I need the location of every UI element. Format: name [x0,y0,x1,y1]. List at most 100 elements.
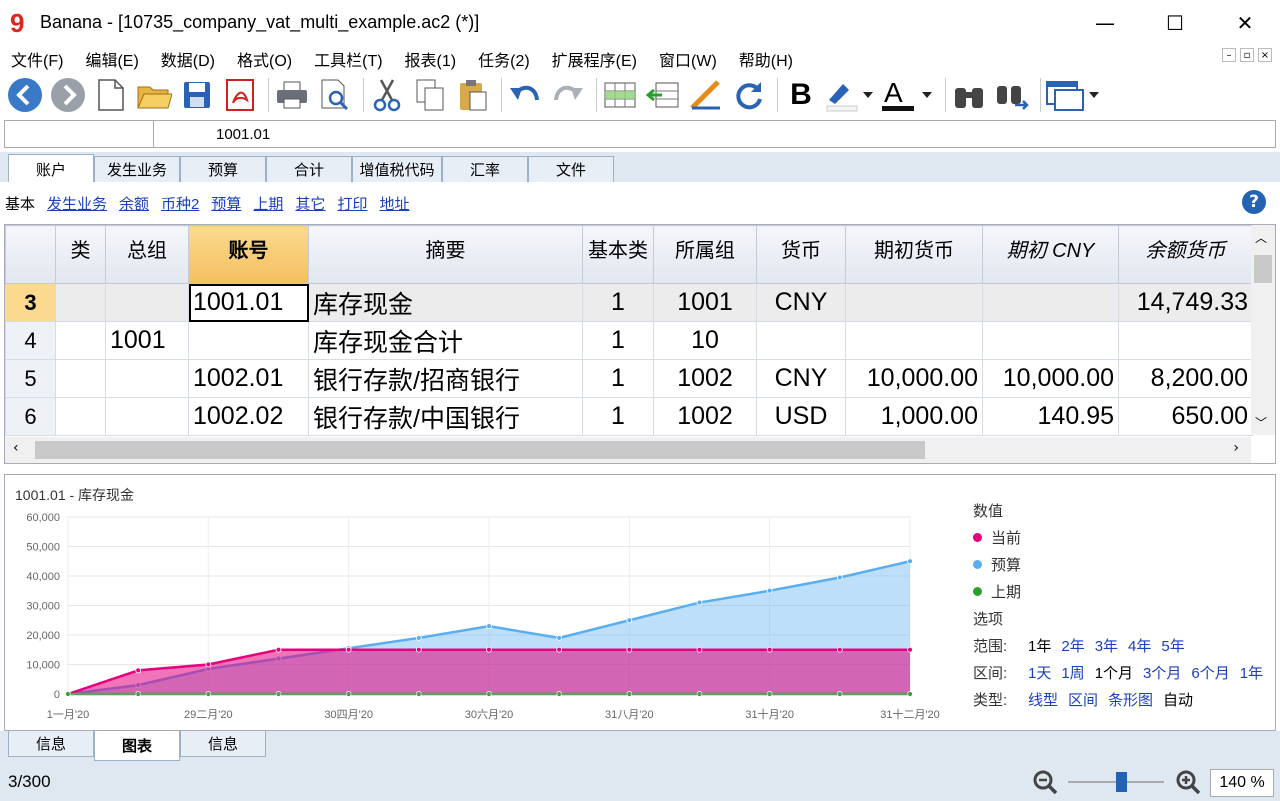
redo-icon[interactable] [549,76,587,114]
tab-info[interactable]: 信息 [8,731,94,757]
cell-opening-currency[interactable] [845,283,983,322]
cell-bclass[interactable]: 1 [582,321,654,360]
table-row[interactable]: 5 1002.01 银行存款/招商银行 1 1002 CNY 10,000.00… [5,359,1253,398]
cell-section[interactable] [55,321,106,360]
forward-icon[interactable] [49,76,87,114]
cell-group[interactable] [105,283,189,322]
zoom-level[interactable]: 140 % [1210,769,1274,797]
menu-window[interactable]: 窗口(W) [648,47,728,71]
legend-item-previous[interactable]: 上期 [973,578,1273,605]
interval-6m[interactable]: 6个月 [1191,662,1229,683]
cell-opening-currency[interactable]: 10,000.00 [845,359,983,398]
zoom-out-icon[interactable] [1032,769,1058,800]
view-currency2[interactable]: 币种2 [161,193,199,214]
view-address[interactable]: 地址 [379,193,409,214]
print-preview-icon[interactable] [316,76,354,114]
header-currency[interactable]: 货币 [756,225,846,284]
help-icon[interactable]: ? [1242,190,1266,214]
mdi-restore-icon[interactable]: ▫ [1240,48,1254,62]
menu-edit[interactable]: 编辑(E) [74,47,149,71]
vertical-scroll-thumb[interactable] [1254,255,1272,283]
bold-icon[interactable]: B [782,76,820,114]
header-group[interactable]: 总组 [105,225,189,284]
menu-format[interactable]: 格式(O) [226,47,303,71]
header-description[interactable]: 摘要 [308,225,583,284]
view-other[interactable]: 其它 [295,193,325,214]
interval-1d[interactable]: 1天 [1028,662,1051,683]
cell-section[interactable] [55,283,106,322]
recalculate-icon[interactable] [730,76,768,114]
tab-info-2[interactable]: 信息 [180,731,266,757]
tab-files[interactable]: 文件 [528,156,614,182]
cell-opening-currency[interactable]: 1,000.00 [845,397,983,436]
cell-bclass[interactable]: 1 [582,359,654,398]
print-icon[interactable] [273,76,311,114]
cell-group[interactable]: 1001 [105,321,189,360]
table-row[interactable]: 3 1001.01 库存现金 1 1001 CNY 14,749.33 [5,283,1253,322]
horizontal-scroll-thumb[interactable] [35,441,925,459]
row-number[interactable]: 5 [5,359,56,398]
move-row-icon[interactable] [644,76,682,114]
header-section[interactable]: 类 [55,225,106,284]
range-2y[interactable]: 2年 [1061,635,1084,656]
range-1y[interactable]: 1年 [1028,635,1051,656]
scroll-up-icon[interactable]: ︿ [1255,229,1267,246]
cut-icon[interactable] [368,76,406,114]
range-5y[interactable]: 5年 [1161,635,1184,656]
scroll-right-icon[interactable]: › [1233,440,1239,456]
cell-balance-currency[interactable]: 650.00 [1118,397,1253,436]
range-4y[interactable]: 4年 [1128,635,1151,656]
interval-1m[interactable]: 1个月 [1095,662,1133,683]
cell-description[interactable]: 银行存款/招商银行 [308,359,583,398]
tab-chart[interactable]: 图表 [94,731,180,761]
zoom-slider-handle[interactable] [1116,772,1127,792]
new-file-icon[interactable] [92,76,130,114]
interval-1y[interactable]: 1年 [1240,662,1263,683]
menu-help[interactable]: 帮助(H) [728,47,804,71]
view-previous[interactable]: 上期 [253,193,283,214]
cell-account[interactable]: 1002.02 [188,397,309,436]
view-transactions[interactable]: 发生业务 [47,193,107,214]
paste-icon[interactable] [454,76,492,114]
header-balance-currency[interactable]: 余额货币 [1118,225,1253,284]
cell-group[interactable] [105,359,189,398]
row-number[interactable]: 4 [5,321,56,360]
range-3y[interactable]: 3年 [1095,635,1118,656]
open-folder-icon[interactable] [135,76,173,114]
cell-opening-currency[interactable] [845,321,983,360]
undo-icon[interactable] [506,76,544,114]
table-row[interactable]: 6 1002.02 银行存款/中国银行 1 1002 USD 1,000.00 … [5,397,1253,436]
header-account[interactable]: 账号 [188,225,309,284]
cell-opening-cny[interactable]: 10,000.00 [982,359,1119,398]
save-icon[interactable] [178,76,216,114]
cell-opening-cny[interactable] [982,321,1119,360]
cell-bclass[interactable]: 1 [582,283,654,322]
tab-transactions[interactable]: 发生业务 [94,156,180,182]
cell-description[interactable]: 银行存款/中国银行 [308,397,583,436]
tab-totals[interactable]: 合计 [266,156,352,182]
type-auto[interactable]: 自动 [1163,689,1193,710]
cell-reference-field[interactable] [4,120,154,148]
menu-file[interactable]: 文件(F) [0,47,74,71]
view-basic[interactable]: 基本 [5,193,35,214]
cell-account[interactable]: 1002.01 [188,359,309,398]
horizontal-scrollbar[interactable]: ‹ › [5,437,1251,463]
vertical-scrollbar[interactable]: ︿ ﹀ [1251,225,1275,435]
find-icon[interactable] [950,76,988,114]
close-button[interactable]: ✕ [1210,0,1280,45]
cell-currency[interactable]: CNY [756,283,846,322]
mdi-close-icon[interactable]: × [1258,48,1272,62]
mdi-minimize-icon[interactable]: – [1222,48,1236,62]
back-icon[interactable] [6,76,44,114]
cell-gr[interactable]: 1002 [653,359,757,398]
window-layout-icon[interactable] [1045,76,1101,114]
menu-data[interactable]: 数据(D) [150,47,226,71]
cell-gr[interactable]: 1002 [653,397,757,436]
view-budget[interactable]: 预算 [211,193,241,214]
type-line[interactable]: 线型 [1028,689,1058,710]
table-row[interactable]: 4 1001 库存现金合计 1 10 [5,321,1253,360]
find-replace-icon[interactable] [993,76,1031,114]
cell-currency[interactable]: USD [756,397,846,436]
tab-accounts[interactable]: 账户 [8,154,94,183]
cell-balance-currency[interactable]: 8,200.00 [1118,359,1253,398]
